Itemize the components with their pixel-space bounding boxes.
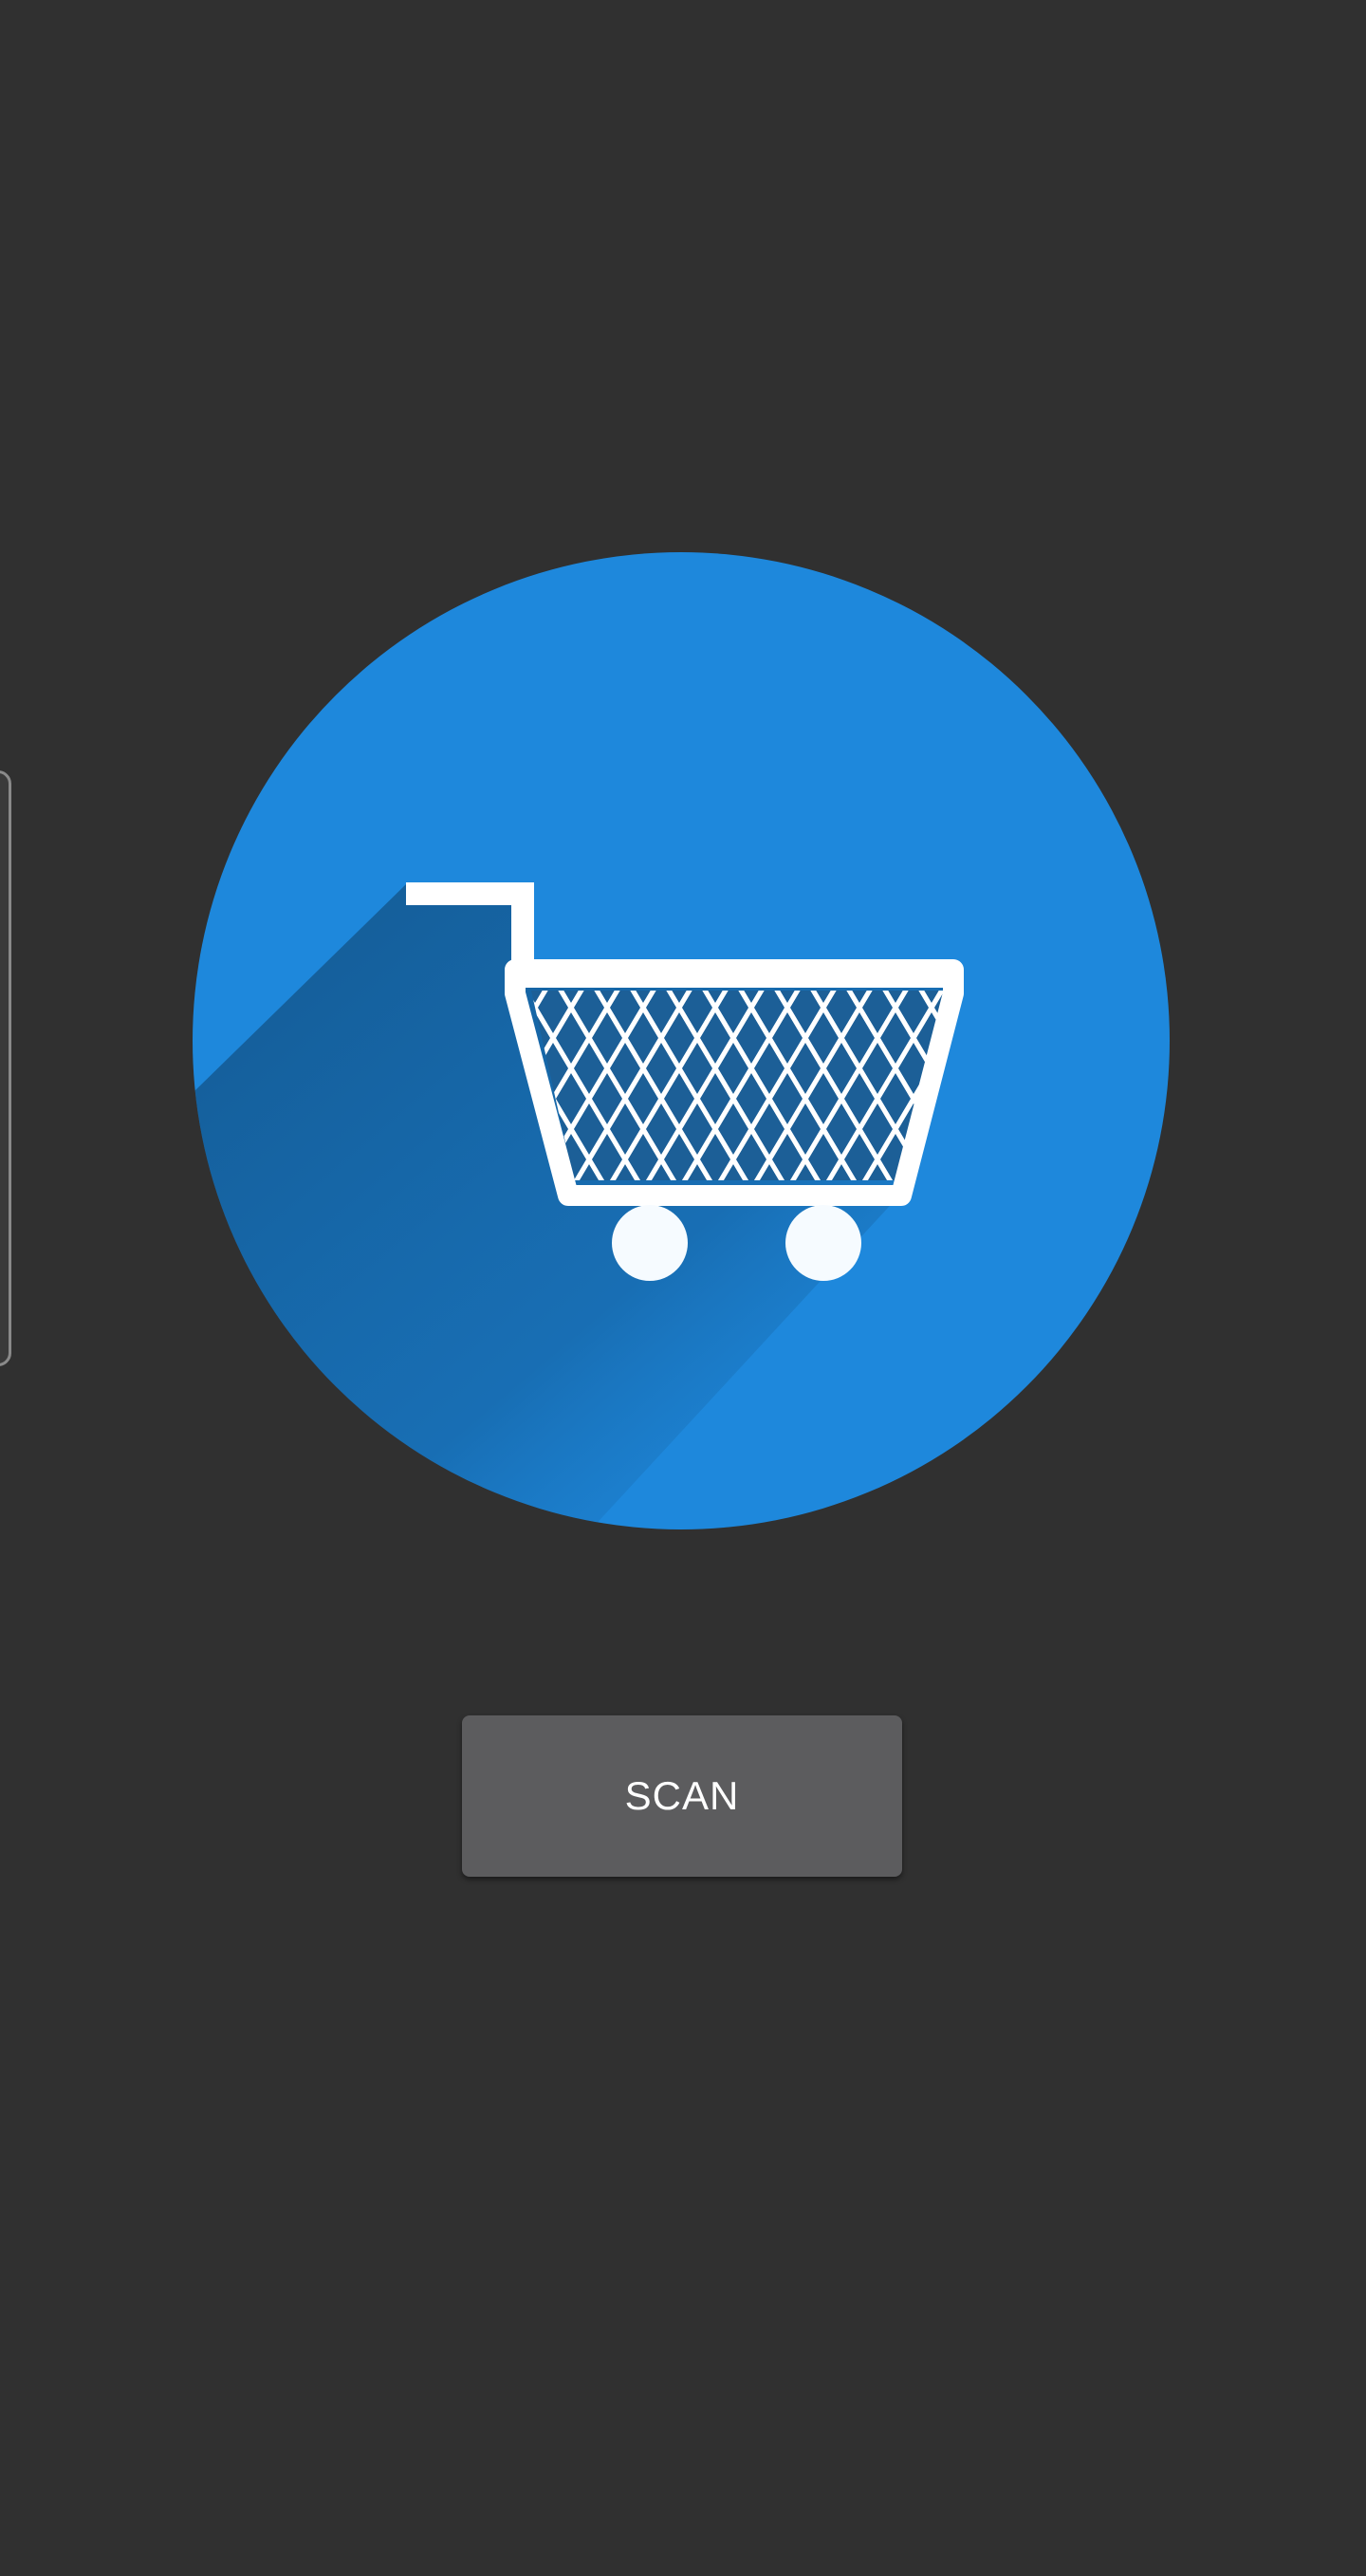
side-drawer-handle[interactable] (0, 770, 11, 1366)
app-logo (193, 552, 1170, 1529)
cart-wheel-left (612, 1205, 688, 1281)
app-screen: SCAN (0, 0, 1366, 2576)
shopping-cart-icon (193, 552, 1170, 1529)
scan-button[interactable]: SCAN (462, 1715, 902, 1877)
scan-button-label: SCAN (624, 1773, 740, 1818)
cart-wheel-right (785, 1205, 861, 1281)
